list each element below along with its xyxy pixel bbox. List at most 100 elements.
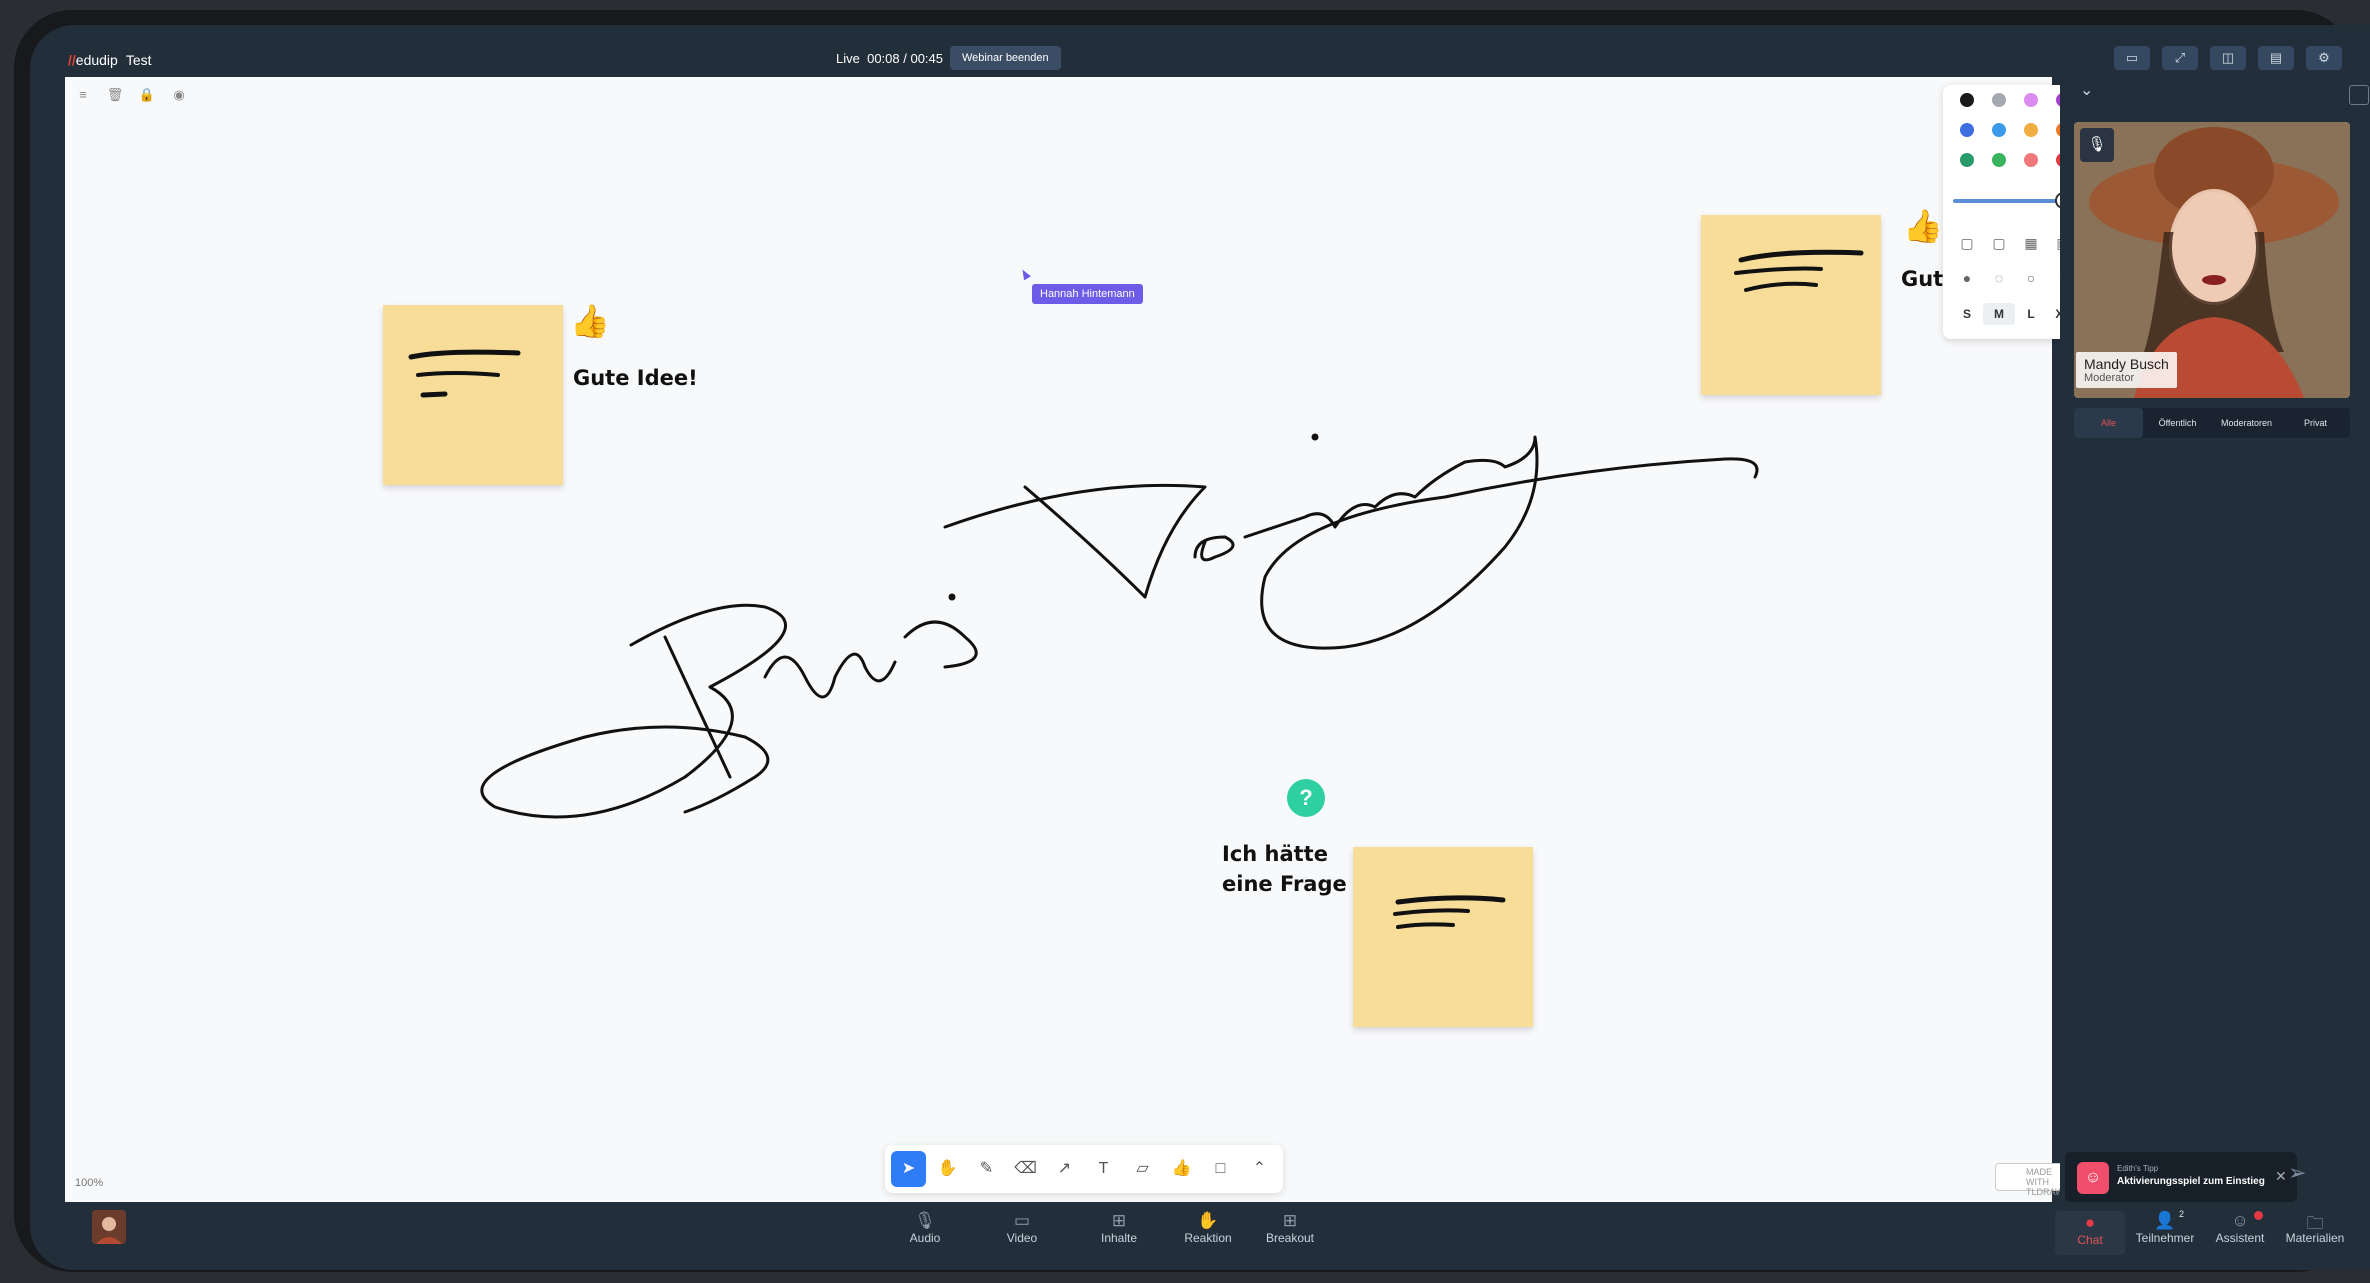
hand-icon: ✋: [1197, 1211, 1219, 1230]
thumbs-up-tool-icon[interactable]: 👍: [1164, 1151, 1199, 1187]
assistant-icon: ☺: [2231, 1211, 2249, 1230]
teilnehmer-button[interactable]: 👤 2 Teilnehmer: [2130, 1209, 2200, 1245]
brand-logo-icon: //: [68, 52, 76, 68]
eraser-tool-icon[interactable]: ⌫: [1008, 1151, 1043, 1187]
content-icon: ⊞: [1111, 1211, 1127, 1230]
style-panel: ▢ ▢ ▦ ▣ ● ◌ ○ ○ SMLXL: [1943, 85, 2075, 339]
chat-tabs: Alle Öffentlich Moderatoren Privat: [2074, 408, 2350, 438]
inhalte-button[interactable]: ⊞ Inhalte: [1084, 1211, 1154, 1245]
breakout-button[interactable]: ⊞ Breakout: [1255, 1211, 1325, 1245]
camera-off-icon: ▭: [1013, 1211, 1031, 1230]
inhalte-label: Inhalte: [1100, 1231, 1138, 1245]
video-label: Video: [1006, 1231, 1038, 1245]
chat-icon: ●: [2084, 1213, 2096, 1232]
self-avatar[interactable]: [92, 1210, 126, 1244]
participant-name: Mandy Busch: [2084, 356, 2169, 372]
right-panel: ⌄ 🎙 Mandy Busch Moderator Alle Öffentlic…: [2060, 77, 2370, 1227]
opacity-slider[interactable]: [1953, 192, 2072, 209]
materialien-button[interactable]: 🗀 Materialien: [2280, 1211, 2350, 1245]
tab-oeffentlich[interactable]: Öffentlich: [2143, 408, 2212, 438]
settings-gear-icon[interactable]: ⚙: [2306, 46, 2342, 70]
participant-role: Moderator: [2084, 372, 2135, 384]
participants-icon: 👤: [2154, 1211, 2176, 1230]
end-webinar-button[interactable]: Webinar beenden: [950, 46, 1061, 70]
fill-pattern-icon[interactable]: ▦: [2015, 235, 2047, 252]
chat-label: Chat: [2077, 1233, 2103, 1247]
size-option-s[interactable]: S: [1951, 303, 1983, 325]
video-button[interactable]: ▭ Video: [987, 1211, 1057, 1245]
color-swatch-5[interactable]: [1992, 123, 2006, 137]
note-tool-icon[interactable]: ▱: [1125, 1151, 1160, 1187]
feedback-icon[interactable]: ▭: [2114, 46, 2150, 70]
teilnehmer-label: Teilnehmer: [2135, 1231, 2195, 1245]
dash-dashed-icon[interactable]: ◌: [1983, 270, 2015, 286]
tab-moderatoren[interactable]: Moderatoren: [2212, 408, 2281, 438]
layout-icon[interactable]: ◫: [2210, 46, 2246, 70]
color-swatch-9[interactable]: [1992, 153, 2006, 167]
tab-privat[interactable]: Privat: [2281, 408, 2350, 438]
chat-button[interactable]: ● Chat: [2055, 1211, 2125, 1255]
audio-label: Audio: [909, 1231, 941, 1245]
fill-none-icon[interactable]: ▢: [1951, 235, 1983, 252]
rectangle-tool-icon[interactable]: □: [1203, 1151, 1238, 1187]
popout-icon[interactable]: [2349, 85, 2369, 105]
brand: //edudip Test: [68, 52, 152, 68]
mic-off-icon: 🎙: [914, 1211, 936, 1230]
notification-badge: [2254, 1211, 2263, 1220]
select-tool-icon[interactable]: ➤: [891, 1151, 926, 1187]
color-swatch-4[interactable]: [1960, 123, 1974, 137]
size-option-l[interactable]: L: [2015, 303, 2047, 325]
send-icon[interactable]: ➢: [2288, 1160, 2306, 1186]
webinar-title: Test: [125, 52, 152, 68]
color-swatch-2[interactable]: [2024, 93, 2038, 107]
dash-draw-icon[interactable]: ●: [1951, 270, 1983, 286]
tip-header: Edith's Tipp: [2117, 1164, 2159, 1173]
bottom-bar: 🎙 Audio ▭ Video ⊞ Inhalte ✋ Reaktion ⊞ Breako…: [30, 1202, 2370, 1270]
top-actions: ▭ ⤢ ◫ ▤ ⚙: [2114, 46, 2342, 70]
arrow-tool-icon[interactable]: ↗: [1047, 1151, 1082, 1187]
live-timer: 00:08 / 00:45: [867, 51, 943, 66]
more-tools-chevron-icon[interactable]: ⌃: [1242, 1151, 1277, 1187]
notes-icon[interactable]: ▤: [2258, 46, 2294, 70]
assistant-tip[interactable]: ☺ Edith's Tipp Aktivierungsspiel zum Ein…: [2065, 1152, 2297, 1202]
drawing-toolbar: ➤ ✋ ✎ ⌫ ↗ T ▱ 👍 □ ⌃: [885, 1145, 1283, 1193]
text-tool-icon[interactable]: T: [1086, 1151, 1121, 1187]
hand-tool-icon[interactable]: ✋: [930, 1151, 965, 1187]
zoom-level[interactable]: 100%: [75, 1177, 103, 1189]
color-swatch-6[interactable]: [2024, 123, 2038, 137]
mic-off-icon[interactable]: 🎙: [2080, 128, 2114, 162]
color-swatch-8[interactable]: [1960, 153, 1974, 167]
color-swatch-1[interactable]: [1992, 93, 2006, 107]
live-status: Live 00:08 / 00:45: [836, 51, 943, 66]
color-swatch-0[interactable]: [1960, 93, 1974, 107]
color-swatch-10[interactable]: [2024, 153, 2038, 167]
tab-alle[interactable]: Alle: [2074, 408, 2143, 438]
whiteboard-canvas[interactable]: ≡ 🗑 🔒 ◉ 👍 Gute Idee! 👍 Gut ? Ich hätte e…: [65, 77, 2079, 1202]
fullscreen-icon[interactable]: ⤢: [2162, 46, 2198, 70]
reaktion-button[interactable]: ✋ Reaktion: [1173, 1211, 1243, 1245]
breakout-icon: ⊞: [1282, 1211, 1298, 1230]
collapse-chevron-icon[interactable]: ⌄: [2080, 80, 2093, 100]
materialien-label: Materialien: [2285, 1231, 2345, 1245]
brand-name: edudip: [75, 52, 118, 68]
avatar-image: [92, 1210, 126, 1244]
reaktion-label: Reaktion: [1184, 1231, 1232, 1245]
dash-dotted-icon[interactable]: ○: [2015, 270, 2047, 286]
close-icon[interactable]: ✕: [2275, 1168, 2287, 1185]
top-bar: //edudip Test Live 00:08 / 00:45 Webinar …: [30, 25, 2370, 77]
assistant-icon: ☺: [2077, 1162, 2109, 1194]
assistent-label: Assistent: [2215, 1231, 2265, 1245]
tip-text: Aktivierungsspiel zum Einstieg: [2117, 1176, 2265, 1187]
participant-video: 🎙 Mandy Busch Moderator: [2074, 122, 2350, 398]
participant-count: 2: [2178, 1209, 2184, 1219]
handwriting-brainstorming: [480, 433, 1759, 819]
live-label: Live: [836, 51, 860, 66]
fill-semi-icon[interactable]: ▢: [1983, 235, 2015, 252]
folder-icon: 🗀: [2306, 1214, 2324, 1233]
pencil-tool-icon[interactable]: ✎: [969, 1151, 1004, 1187]
webinar-app: //edudip Test Live 00:08 / 00:45 Webinar …: [30, 25, 2370, 1270]
assistent-button[interactable]: ☺ Assistent: [2205, 1211, 2275, 1245]
audio-button[interactable]: 🎙 Audio: [890, 1211, 960, 1245]
size-option-m[interactable]: M: [1983, 303, 2015, 325]
breakout-label: Breakout: [1265, 1231, 1315, 1245]
